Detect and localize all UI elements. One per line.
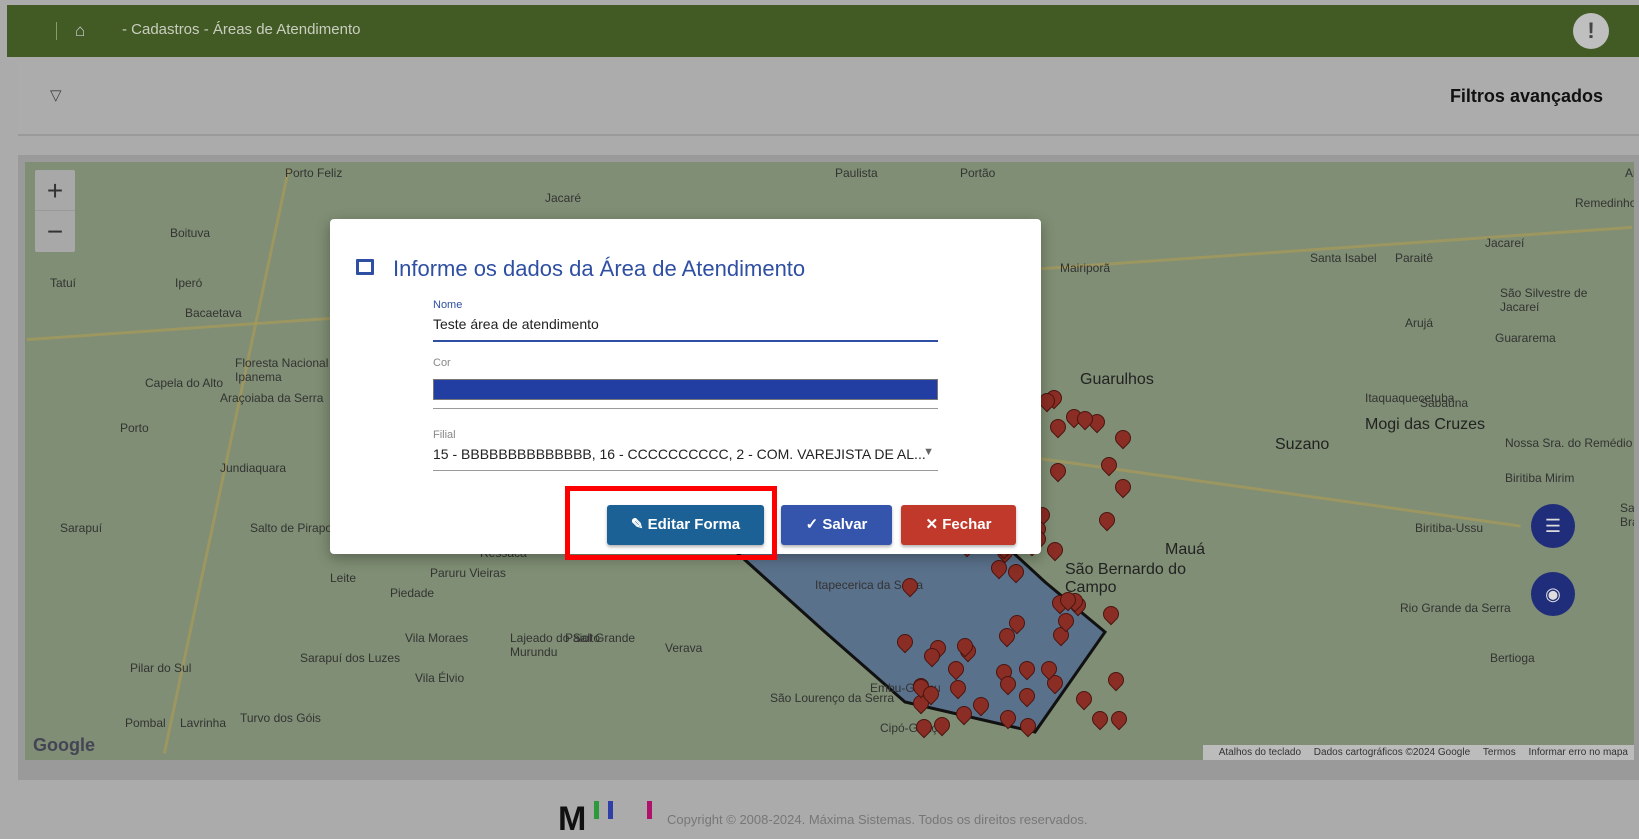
- map-place-label: Santa Isabel: [1310, 251, 1377, 265]
- terms-link[interactable]: Termos: [1483, 747, 1516, 758]
- map-place-label: São Lourenço da Serra: [770, 691, 895, 705]
- map-place-label: Sarapuí: [60, 521, 103, 535]
- map-attribution: Atalhos do teclado Dados cartográficos ©…: [1202, 745, 1634, 760]
- map-place-label: Jacaré: [545, 191, 582, 205]
- map-place-label: Leite: [330, 571, 357, 585]
- map-place-label: Verava: [665, 641, 703, 655]
- map-place-label: Suzano: [1275, 436, 1330, 453]
- map-place-label: São Silvestre de Jacareí: [1500, 286, 1588, 314]
- map-place-label: Porto: [120, 421, 149, 435]
- eye-icon[interactable]: ◉: [1531, 572, 1575, 616]
- map-place-label: Araçoiaba da Serra: [220, 391, 324, 405]
- map-place-label: Nossa Sra. do Remédio: [1505, 436, 1633, 450]
- check-icon: ✓: [805, 516, 823, 533]
- map-place-label: Mogi das Cruzes: [1365, 416, 1486, 433]
- cor-field[interactable]: Cor: [433, 357, 938, 409]
- map-place-label: Remedinho: [1575, 196, 1634, 210]
- map-place-label: Iperó: [175, 276, 203, 290]
- map-place-label: Biritiba Mirim: [1505, 471, 1575, 485]
- map-place-label: Pilar do Sul: [130, 661, 192, 675]
- nome-label: Nome: [433, 299, 463, 311]
- copyright-text: Copyright © 2008-2024. Máxima Sistemas. …: [667, 812, 1088, 827]
- keyboard-shortcuts-link[interactable]: Atalhos do teclado: [1219, 747, 1301, 758]
- map-place-label: Paiol Grande: [565, 631, 636, 645]
- map-place-label: Capela do Alto: [145, 376, 224, 390]
- map-place-label: Salto de Pirapora: [250, 521, 343, 535]
- map-place-label: Andrade: [1625, 166, 1634, 180]
- filial-value: 15 - BBBBBBBBBBBBBB, 16 - CCCCCCCCCC, 2 …: [433, 446, 926, 462]
- zoom-out-button[interactable]: −: [35, 211, 75, 252]
- map-place-label: Piedade: [390, 586, 435, 600]
- advanced-filters-title[interactable]: Filtros avançados: [1450, 86, 1603, 107]
- filters-panel[interactable]: ▽ Filtros avançados: [18, 62, 1639, 136]
- map-place-label: Mauá: [1165, 541, 1206, 558]
- map-place-label: Pombal: [125, 716, 166, 730]
- color-swatch[interactable]: [433, 379, 938, 400]
- divider: [56, 22, 57, 40]
- highlight-box: [565, 486, 777, 560]
- map-place-label: Sabaúna: [1420, 396, 1469, 410]
- filter-icon[interactable]: ▽: [50, 86, 62, 104]
- map-place-label: Santa Branca: [1620, 501, 1634, 529]
- map-place-label: Jundiaquara: [220, 461, 287, 475]
- map-place-label: Tatuí: [50, 276, 77, 290]
- maxima-logo: M: [558, 800, 587, 838]
- top-bar: ⌂ - Cadastros - Áreas de Atendimento !: [7, 5, 1639, 57]
- alert-icon[interactable]: !: [1573, 13, 1609, 49]
- home-icon[interactable]: ⌂: [75, 21, 95, 41]
- nome-input[interactable]: Teste área de atendimento: [433, 316, 938, 332]
- filial-label: Filial: [433, 429, 456, 441]
- map-place-label: Boituva: [170, 226, 211, 240]
- close-icon: ✕: [925, 516, 943, 533]
- map-place-label: Turvo dos Góis: [240, 711, 321, 725]
- zoom-control: + −: [35, 170, 75, 252]
- map-place-label: Mairiporã: [1060, 261, 1111, 275]
- map-place-label: Paruru Vieiras: [430, 566, 506, 580]
- map-data-text: Dados cartográficos ©2024 Google: [1313, 747, 1471, 758]
- map-place-label: Jacareí: [1485, 236, 1525, 250]
- cor-label: Cor: [433, 357, 451, 369]
- close-button[interactable]: ✕ Fechar: [901, 505, 1016, 545]
- dialog-title: Informe os dados da Área de Atendimento: [393, 256, 806, 281]
- map-place-label: Porto Feliz: [285, 166, 343, 180]
- map-place-label: Arujá: [1405, 316, 1434, 330]
- map-place-label: Paraitê: [1395, 251, 1434, 265]
- nome-field[interactable]: Nome Teste área de atendimento: [433, 299, 938, 342]
- save-button[interactable]: ✓ Salvar: [781, 505, 892, 545]
- map-place-label: Bacaetava: [185, 306, 242, 320]
- shape-icon: [356, 259, 374, 275]
- map-place-label: Guarulhos: [1080, 371, 1154, 388]
- map-place-label: Portão: [960, 166, 996, 180]
- map-place-label: Guararema: [1495, 331, 1556, 345]
- filial-select[interactable]: Filial 15 - BBBBBBBBBBBBBB, 16 - CCCCCCC…: [433, 429, 938, 471]
- map-place-label: São Bernardo do Campo: [1065, 561, 1186, 596]
- map-place-label: Vila Moraes: [405, 631, 469, 645]
- map-place-label: Paulista: [835, 166, 878, 180]
- map-place-label: Rio Grande da Serra: [1400, 601, 1511, 615]
- breadcrumb: - Cadastros - Áreas de Atendimento: [122, 21, 361, 38]
- zoom-in-button[interactable]: +: [35, 170, 75, 211]
- dropdown-arrow-icon[interactable]: ▼: [923, 446, 934, 458]
- list-icon[interactable]: ☰: [1531, 504, 1575, 548]
- map-place-label: Bertioga: [1490, 651, 1535, 665]
- google-logo: Google: [33, 735, 95, 755]
- map-place-label: Sarapuí dos Luzes: [300, 651, 401, 665]
- map-place-label: Biritiba-Ussu: [1415, 521, 1484, 535]
- map-place-label: Vila Élvio: [415, 671, 465, 685]
- map-place-label: Lavrinha: [180, 716, 227, 730]
- report-error-link[interactable]: Informar erro no mapa: [1529, 747, 1629, 758]
